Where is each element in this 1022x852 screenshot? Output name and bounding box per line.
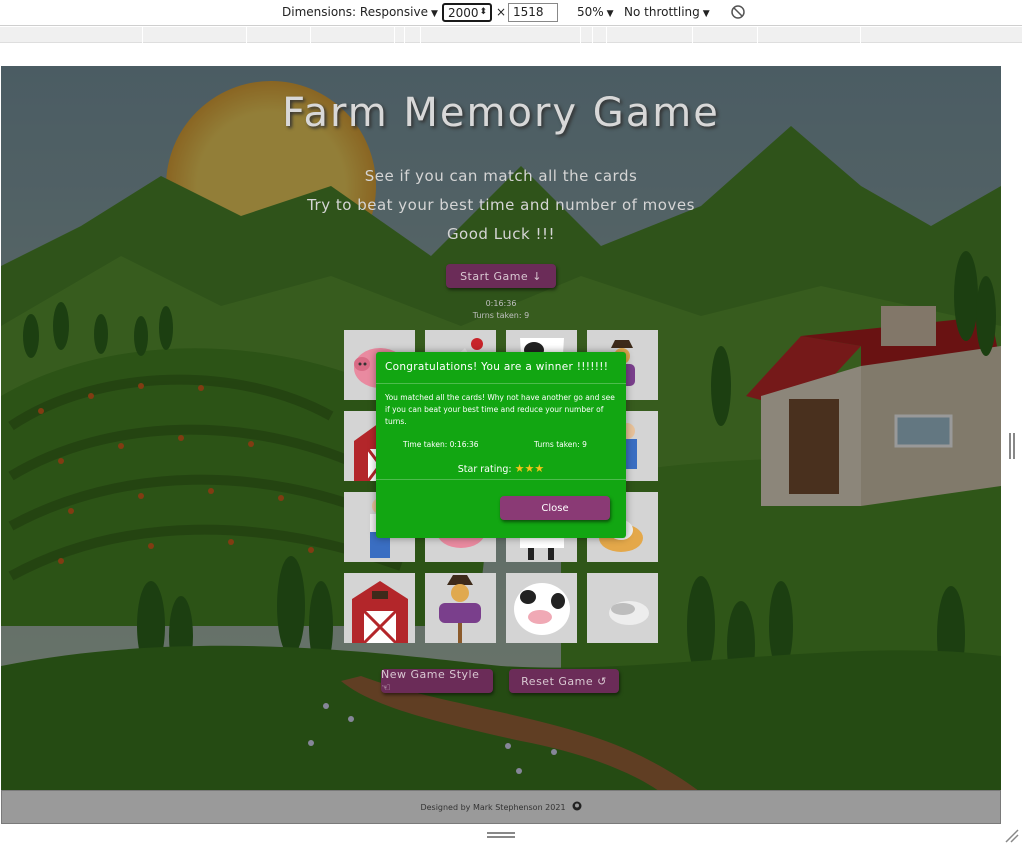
page-title: Farm Memory Game: [282, 90, 720, 136]
media-query-ruler[interactable]: [0, 27, 1022, 43]
star-icons: ★★★: [514, 462, 545, 475]
subtitle-line-2: Try to beat your best time and number of…: [307, 196, 695, 214]
footer: Designed by Mark Stephenson 2021: [1, 790, 1001, 824]
star-rating-label: Star rating:: [457, 464, 512, 475]
modal-divider: [376, 479, 626, 480]
card-cow[interactable]: [506, 573, 577, 643]
dimensions-label: Dimensions: Responsive: [282, 5, 428, 19]
ruler-tick: [606, 27, 607, 43]
ruler-tick: [757, 27, 758, 43]
new-game-style-button[interactable]: New Game Style ☜: [381, 668, 493, 694]
throttling-label: No throttling: [624, 5, 700, 19]
viewport-gutter: [0, 44, 1022, 66]
modal-message: You matched all the cards! Why not have …: [385, 393, 615, 426]
ruler-tick: [420, 27, 421, 43]
ruler-tick: [692, 27, 693, 43]
turns-counter: Turns taken: 9: [472, 311, 530, 320]
height-value: 1518: [513, 5, 544, 19]
winner-modal: Congratulations! You are a winner !!!!!!…: [376, 352, 626, 538]
ruler-tick: [246, 27, 247, 43]
width-input[interactable]: 2000 ⬍: [442, 3, 492, 22]
game-timer: 0:16:36: [485, 299, 517, 308]
dimensions-dropdown[interactable]: Dimensions: Responsive ▼: [282, 5, 438, 19]
resize-handle-right[interactable]: [1009, 433, 1015, 459]
turns-taken: Turns taken: 9: [534, 440, 587, 449]
chevron-down-icon: ▼: [430, 9, 438, 19]
ruler-tick: [592, 27, 593, 43]
cow-icon: [506, 573, 577, 643]
throttling-dropdown[interactable]: No throttling ▼: [624, 5, 710, 19]
width-value: 2000: [448, 6, 479, 20]
footer-credit: Designed by Mark Stephenson 2021: [420, 802, 566, 812]
emulated-viewport: Farm Memory Game See if you can match al…: [1, 66, 1001, 824]
star-rating: Star rating: ★★★: [376, 462, 626, 475]
scarecrow-icon: [425, 573, 496, 643]
subtitle-line-1: See if you can match all the cards: [364, 167, 638, 185]
ruler-tick: [142, 27, 143, 43]
card-scarecrow[interactable]: [425, 573, 496, 643]
close-button[interactable]: Close: [500, 496, 610, 520]
resize-handle-bottom[interactable]: [487, 832, 515, 838]
reset-game-button[interactable]: Reset Game ↺: [509, 669, 619, 693]
devtools-toolbar: Dimensions: Responsive ▼ 2000 ⬍ × 1518 50…: [0, 0, 1022, 26]
card-goose[interactable]: [587, 573, 658, 643]
time-taken: Time taken: 0:16:36: [403, 440, 479, 449]
ruler-tick: [860, 27, 861, 43]
times-symbol: ×: [496, 5, 507, 19]
height-input[interactable]: 1518: [508, 3, 558, 22]
ruler-tick: [580, 27, 581, 43]
ruler-tick: [404, 27, 405, 43]
chevron-down-icon: ▼: [606, 9, 614, 19]
modal-title: Congratulations! You are a winner !!!!!!…: [385, 361, 609, 373]
github-icon[interactable]: [572, 801, 582, 813]
subtitle-line-3: Good Luck !!!: [446, 225, 556, 243]
spinner-icon[interactable]: ⬍: [479, 7, 487, 17]
rotate-icon[interactable]: [730, 4, 746, 23]
card-barn[interactable]: [344, 573, 415, 643]
goose-icon: [587, 573, 658, 643]
zoom-label: 50%: [577, 5, 604, 19]
chevron-down-icon: ▼: [702, 9, 710, 19]
resize-handle-corner[interactable]: [1004, 828, 1020, 844]
zoom-dropdown[interactable]: 50% ▼: [577, 5, 614, 19]
modal-divider: [376, 383, 626, 384]
barn-icon: [344, 573, 415, 643]
ruler-tick: [310, 27, 311, 43]
start-game-button[interactable]: Start Game ↓: [446, 264, 556, 288]
ruler-tick: [394, 27, 395, 43]
